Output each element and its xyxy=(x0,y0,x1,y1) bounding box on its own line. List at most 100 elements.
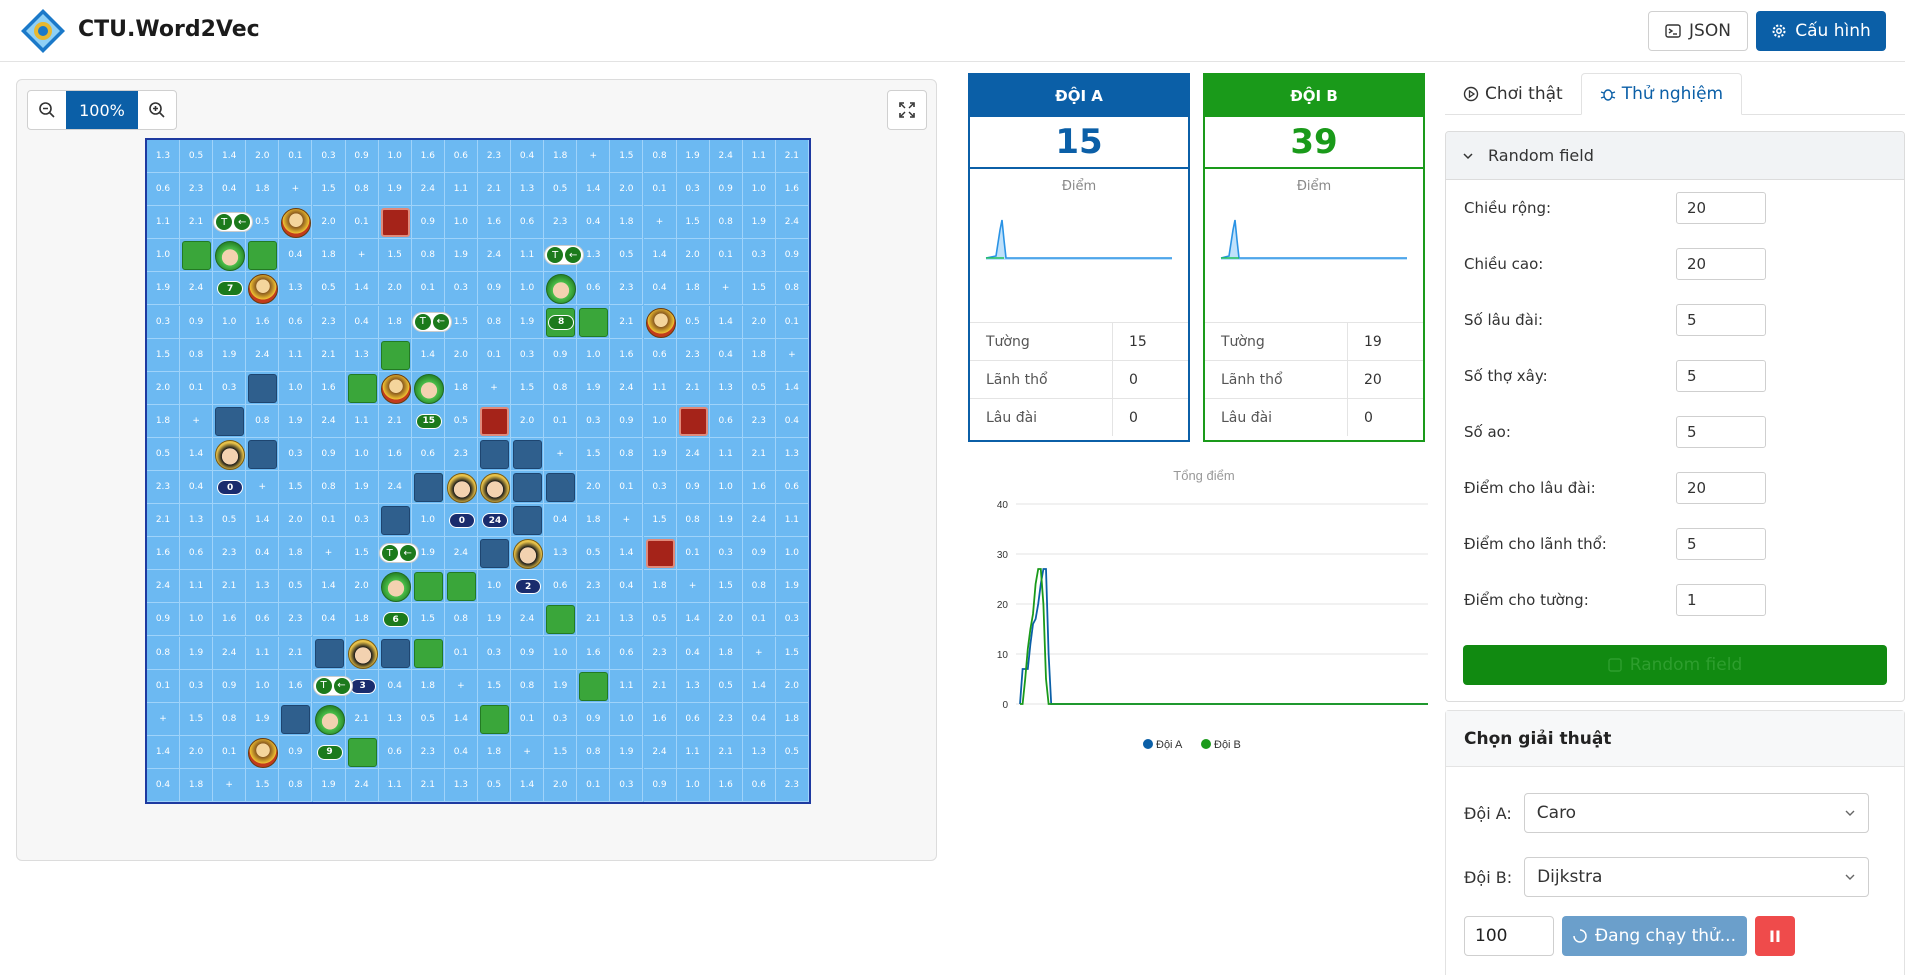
app-logo[interactable] xyxy=(20,8,66,54)
board-cell[interactable]: 2.1 xyxy=(577,603,611,637)
board-cell[interactable]: 0.1 xyxy=(511,702,545,736)
board-cell[interactable]: 1.8 xyxy=(709,636,743,670)
board-cell[interactable]: 1.8 xyxy=(411,669,445,703)
board-cell[interactable]: 1.6 xyxy=(775,173,809,207)
board-cell[interactable]: 1.0 xyxy=(577,338,611,372)
board-cell[interactable]: + xyxy=(147,702,180,736)
board-cell[interactable]: 0.3 xyxy=(279,437,313,471)
board-cell[interactable]: 0.3 xyxy=(180,669,214,703)
board-cell[interactable]: 1.3 xyxy=(147,140,180,173)
board-cell[interactable]: 1.4 xyxy=(511,768,545,802)
board-cell[interactable]: 0.6 xyxy=(709,404,743,438)
team-a-wall[interactable] xyxy=(413,638,443,668)
board-cell[interactable]: 1.9 xyxy=(147,272,180,306)
board-cell[interactable]: 2.1 xyxy=(279,636,313,670)
agent-action-pill[interactable]: T ← xyxy=(312,675,353,696)
board-cell[interactable]: 0.9 xyxy=(643,768,677,802)
board-cell[interactable]: 0.4 xyxy=(709,338,743,372)
board-cell[interactable]: 0.5 xyxy=(742,371,776,405)
team-b-wall[interactable] xyxy=(215,406,245,436)
config-button[interactable]: Cấu hình xyxy=(1756,11,1886,51)
board-cell[interactable]: 0.5 xyxy=(180,140,214,173)
board-cell[interactable]: 1.5 xyxy=(411,603,445,637)
board-cell[interactable]: 1.3 xyxy=(279,272,313,306)
board-cell[interactable]: + xyxy=(478,371,511,405)
board-cell[interactable]: 0.9 xyxy=(411,206,445,240)
board-cell[interactable]: 1.0 xyxy=(643,404,677,438)
board-cell[interactable]: 0.3 xyxy=(147,305,180,339)
board-cell[interactable]: 0.6 xyxy=(279,305,313,339)
board-cell[interactable]: 1.5 xyxy=(279,471,313,504)
board-cell[interactable]: 1.1 xyxy=(444,173,478,207)
board-cell[interactable]: 2.3 xyxy=(610,272,644,306)
board-cell[interactable]: 0.3 xyxy=(213,371,247,405)
board-cell[interactable]: 1.9 xyxy=(676,140,710,173)
board-cell[interactable]: 1.8 xyxy=(643,570,677,604)
team-b-wall[interactable] xyxy=(248,439,278,469)
board-cell[interactable]: 1.0 xyxy=(676,768,710,802)
board-cell[interactable]: 0.1 xyxy=(345,206,379,240)
board-cell[interactable]: 1.8 xyxy=(742,338,776,372)
board-cell[interactable]: 0.4 xyxy=(742,702,776,736)
board-cell[interactable]: 2.0 xyxy=(444,338,478,372)
board-cell[interactable]: 0.1 xyxy=(577,768,611,802)
board-cell[interactable]: 1.8 xyxy=(544,140,578,173)
board-cell[interactable]: 1.9 xyxy=(378,173,412,207)
board-cell[interactable]: 0.5 xyxy=(147,437,180,471)
board-cell[interactable]: + xyxy=(312,537,346,571)
board-cell[interactable]: 0.9 xyxy=(213,669,247,703)
board-cell[interactable]: 1.5 xyxy=(478,669,511,703)
board-cell[interactable]: 2.3 xyxy=(312,305,346,339)
board-cell[interactable]: + xyxy=(775,338,809,372)
board-cell[interactable]: 0.9 xyxy=(478,272,511,306)
board-cell[interactable]: 1.6 xyxy=(246,305,280,339)
board-cell[interactable]: 1.4 xyxy=(213,140,247,173)
team-b-agent[interactable] xyxy=(446,473,477,503)
board-cell[interactable]: 1.9 xyxy=(478,603,511,637)
board-cell[interactable]: 1.6 xyxy=(378,437,412,471)
board-cell[interactable]: 0.5 xyxy=(775,735,809,769)
board-cell[interactable]: 1.0 xyxy=(246,669,280,703)
board-cell[interactable]: 0.5 xyxy=(444,404,478,438)
board-cell[interactable]: + xyxy=(246,471,280,504)
board-cell[interactable]: 1.4 xyxy=(676,603,710,637)
board-cell[interactable]: 0.4 xyxy=(213,173,247,207)
board-cell[interactable]: 0.5 xyxy=(312,272,346,306)
board-cell[interactable]: 1.1 xyxy=(742,140,776,173)
board-cell[interactable]: 0.3 xyxy=(742,239,776,273)
board-cell[interactable]: 2.1 xyxy=(742,437,776,471)
team-b-wall[interactable] xyxy=(248,373,278,403)
board-cell[interactable]: 1.4 xyxy=(577,173,611,207)
board-cell[interactable]: 0.8 xyxy=(511,669,545,703)
team-b-wall[interactable] xyxy=(380,506,410,536)
board-cell[interactable]: 0.6 xyxy=(411,437,445,471)
board-cell[interactable]: 1.5 xyxy=(709,570,743,604)
board-cell[interactable]: 1.8 xyxy=(312,239,346,273)
wall-points-input[interactable]: 1 xyxy=(1676,584,1766,616)
board-cell[interactable]: 1.0 xyxy=(279,371,313,405)
board-cell[interactable]: 0.5 xyxy=(213,504,247,538)
board-cell[interactable]: 0.5 xyxy=(577,537,611,571)
board-cell[interactable]: 0.9 xyxy=(775,239,809,273)
board-cell[interactable]: 1.9 xyxy=(643,437,677,471)
board-cell[interactable]: 2.1 xyxy=(775,140,809,173)
board-cell[interactable]: 1.0 xyxy=(444,206,478,240)
team-b-wall[interactable] xyxy=(281,704,311,734)
board-cell[interactable]: 1.5 xyxy=(775,636,809,670)
board-cell[interactable]: 1.4 xyxy=(444,702,478,736)
board-cell[interactable]: 1.4 xyxy=(147,735,180,769)
board-cell[interactable]: 1.9 xyxy=(742,206,776,240)
board-cell[interactable]: 1.4 xyxy=(180,437,214,471)
board-cell[interactable]: 2.4 xyxy=(213,636,247,670)
board-cell[interactable]: + xyxy=(544,437,578,471)
board-cell[interactable]: 2.1 xyxy=(345,702,379,736)
board-cell[interactable]: 1.0 xyxy=(411,504,445,538)
board-cell[interactable]: 1.9 xyxy=(511,305,545,339)
board-cell[interactable]: 0.6 xyxy=(610,636,644,670)
board-cell[interactable]: 2.1 xyxy=(180,206,214,240)
board-cell[interactable]: 1.6 xyxy=(213,603,247,637)
board-cell[interactable]: 1.1 xyxy=(511,239,545,273)
board-cell[interactable]: 2.1 xyxy=(411,768,445,802)
board-cell[interactable]: 0.4 xyxy=(246,537,280,571)
board-cell[interactable]: 0.1 xyxy=(147,669,180,703)
